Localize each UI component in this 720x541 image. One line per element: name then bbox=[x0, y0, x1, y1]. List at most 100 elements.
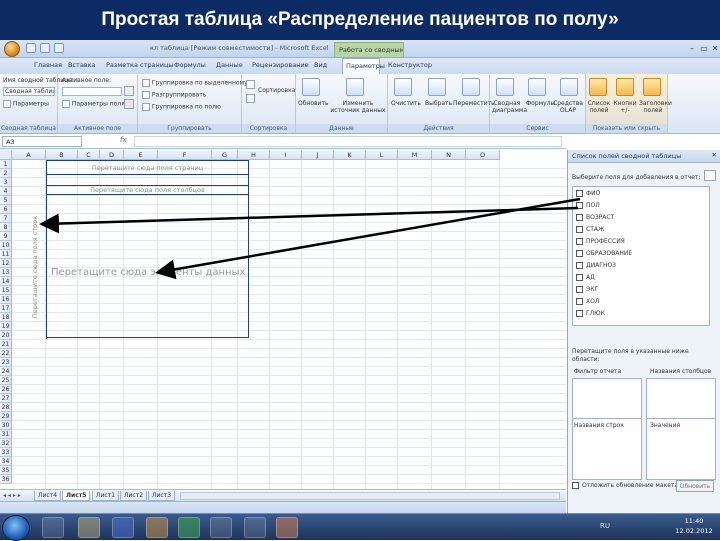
column-header[interactable]: H bbox=[238, 150, 270, 160]
tab-review[interactable]: Рецензирование bbox=[252, 61, 309, 69]
row-header[interactable]: 18 bbox=[0, 313, 12, 322]
row-header[interactable]: 36 bbox=[0, 475, 12, 484]
refresh-icon[interactable] bbox=[302, 78, 320, 96]
row-header[interactable]: 3 bbox=[0, 178, 12, 187]
move-button[interactable]: Переместить bbox=[453, 100, 495, 107]
defer-update-checkbox[interactable]: Отложить обновление макета bbox=[572, 482, 678, 489]
column-header[interactable]: I bbox=[270, 150, 302, 160]
media-player-icon[interactable] bbox=[42, 517, 64, 538]
horizontal-scrollbar[interactable] bbox=[180, 492, 560, 500]
page-fields-drop-zone[interactable]: Перетащите сюда поля страниц bbox=[47, 161, 248, 175]
sheet-tab-1[interactable]: Лист1 bbox=[92, 491, 120, 501]
column-header[interactable]: B bbox=[46, 150, 78, 160]
checkbox-icon[interactable] bbox=[576, 250, 583, 257]
word-icon[interactable] bbox=[112, 517, 134, 538]
data-items-drop-zone[interactable]: Перетащите сюда элементы данных bbox=[51, 267, 245, 278]
row-header[interactable]: 31 bbox=[0, 430, 12, 439]
expand-field-icon[interactable] bbox=[124, 86, 134, 96]
tray-language[interactable]: RU bbox=[600, 522, 610, 530]
formulas-icon[interactable] bbox=[528, 78, 546, 96]
column-header[interactable]: D bbox=[100, 150, 124, 160]
save-icon[interactable] bbox=[26, 43, 36, 53]
close-button[interactable]: ✕ bbox=[709, 43, 720, 54]
ungroup-button[interactable]: Разгруппировать bbox=[142, 91, 206, 99]
row-header[interactable]: 1 bbox=[0, 160, 12, 169]
checkbox-icon[interactable] bbox=[576, 214, 583, 221]
clear-button[interactable]: Очистить bbox=[391, 100, 421, 107]
tab-view[interactable]: Вид bbox=[314, 61, 327, 69]
pivot-name-input[interactable]: Сводная таблица1 bbox=[3, 87, 55, 96]
row-header[interactable]: 12 bbox=[0, 259, 12, 268]
column-header[interactable]: N bbox=[432, 150, 466, 160]
change-source-button[interactable]: Изменить источник данных bbox=[330, 100, 386, 114]
group-field-button[interactable]: Группировка по полю bbox=[142, 103, 221, 111]
column-header[interactable]: M bbox=[398, 150, 432, 160]
row-header[interactable]: 35 bbox=[0, 466, 12, 475]
field-item[interactable]: ХОЛ bbox=[576, 298, 599, 309]
row-header[interactable]: 27 bbox=[0, 394, 12, 403]
clear-icon[interactable] bbox=[394, 78, 412, 96]
select-button[interactable]: Выбрать bbox=[425, 100, 452, 107]
checkbox-icon[interactable] bbox=[576, 286, 583, 293]
name-box[interactable]: A3 bbox=[2, 136, 82, 147]
column-header[interactable]: A bbox=[12, 150, 46, 160]
pivot-chart-icon[interactable] bbox=[496, 78, 514, 96]
sheet-tab-4[interactable]: Лист4 bbox=[34, 491, 62, 501]
row-header[interactable]: 9 bbox=[0, 232, 12, 241]
row-header[interactable]: 5 bbox=[0, 196, 12, 205]
checkbox-icon[interactable] bbox=[576, 262, 583, 269]
row-header[interactable]: 19 bbox=[0, 322, 12, 331]
row-header[interactable]: 26 bbox=[0, 385, 12, 394]
field-item[interactable]: ДИАГНОЗ bbox=[576, 262, 616, 273]
fx-icon[interactable]: fx bbox=[120, 136, 127, 144]
excel-icon[interactable] bbox=[178, 517, 200, 538]
tab-data[interactable]: Данные bbox=[216, 61, 243, 69]
column-header[interactable]: K bbox=[334, 150, 366, 160]
field-item[interactable]: ЭКГ bbox=[576, 286, 598, 297]
network-icon[interactable] bbox=[244, 517, 266, 538]
field-item[interactable]: ФИО bbox=[576, 190, 600, 201]
close-pane-icon[interactable]: ✕ bbox=[712, 151, 717, 159]
active-field-input[interactable] bbox=[62, 87, 122, 96]
checkbox-icon[interactable] bbox=[572, 482, 579, 489]
tab-page-layout[interactable]: Разметка страницы bbox=[106, 61, 174, 69]
column-header[interactable]: J bbox=[302, 150, 334, 160]
row-header[interactable]: 21 bbox=[0, 340, 12, 349]
collapse-field-icon[interactable] bbox=[124, 99, 134, 109]
buttons-icon[interactable] bbox=[616, 78, 634, 96]
row-header[interactable]: 34 bbox=[0, 457, 12, 466]
folder-icon[interactable] bbox=[78, 517, 100, 538]
row-header[interactable]: 22 bbox=[0, 349, 12, 358]
field-list-button[interactable]: Список полей bbox=[587, 100, 611, 114]
column-header[interactable]: F bbox=[158, 150, 212, 160]
sheet-tab-5[interactable]: Лист5 bbox=[62, 491, 91, 501]
minimize-button[interactable]: – bbox=[686, 43, 698, 54]
olap-tools-button[interactable]: Средства OLAP bbox=[552, 100, 584, 114]
layout-options-icon[interactable] bbox=[704, 170, 716, 181]
sort-desc-icon[interactable] bbox=[246, 94, 255, 103]
field-item[interactable]: ПРОФЕССИЯ bbox=[576, 238, 625, 249]
sheet-tab-2[interactable]: Лист2 bbox=[120, 491, 148, 501]
row-header[interactable]: 13 bbox=[0, 268, 12, 277]
field-item[interactable]: ВОЗРАСТ bbox=[576, 214, 614, 225]
row-fields-drop-zone[interactable]: Перетащите сюда поля строк bbox=[27, 195, 47, 339]
tab-design[interactable]: Конструктор bbox=[388, 61, 432, 69]
row-header[interactable]: 14 bbox=[0, 277, 12, 286]
row-header[interactable]: 15 bbox=[0, 286, 12, 295]
redo-icon[interactable] bbox=[54, 43, 64, 53]
column-header[interactable]: G bbox=[212, 150, 238, 160]
pivot-options-button[interactable]: Параметры bbox=[3, 100, 49, 108]
checkbox-icon[interactable] bbox=[576, 298, 583, 305]
update-button[interactable]: Обновить bbox=[676, 480, 714, 492]
checkbox-icon[interactable] bbox=[576, 226, 583, 233]
field-headers-icon[interactable] bbox=[643, 78, 661, 96]
checkbox-icon[interactable] bbox=[576, 202, 583, 209]
spreadsheet-grid[interactable]: ABCDEFGHIJKLMNO 1 2 3 4 5 6 7 8 9 10 11 12 13 14 15 16 1… bbox=[0, 150, 566, 490]
row-header[interactable]: 17 bbox=[0, 304, 12, 313]
row-header[interactable]: 32 bbox=[0, 439, 12, 448]
office-button[interactable] bbox=[4, 41, 20, 57]
formula-input[interactable] bbox=[134, 136, 562, 147]
field-item[interactable]: ГЛЮК bbox=[576, 310, 605, 321]
pivot-chart-button[interactable]: Сводная диаграмма bbox=[492, 100, 527, 114]
column-header[interactable]: L bbox=[366, 150, 398, 160]
